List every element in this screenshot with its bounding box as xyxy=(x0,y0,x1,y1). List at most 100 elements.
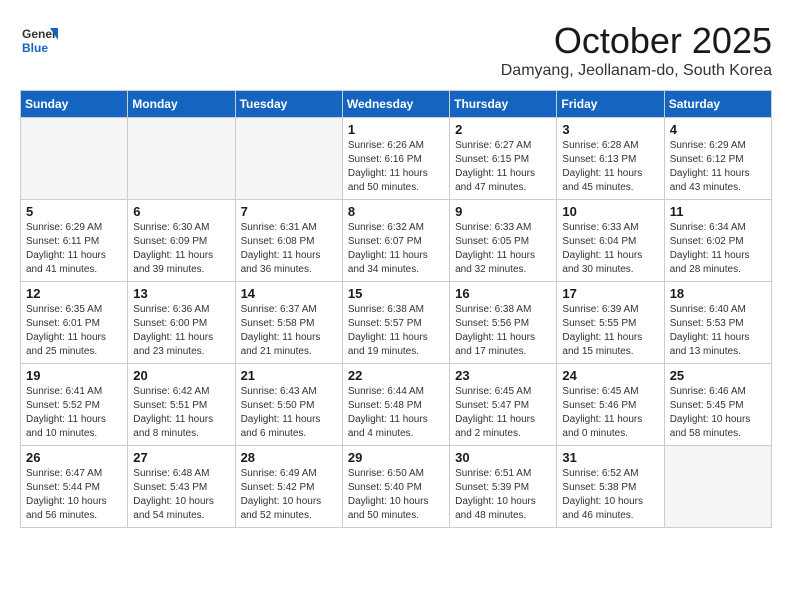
calendar-cell: 27 Sunrise: 6:48 AM Sunset: 5:43 PM Dayli… xyxy=(128,446,235,528)
day-header-sunday: Sunday xyxy=(21,91,128,118)
day-number: 9 xyxy=(455,204,551,219)
day-number: 29 xyxy=(348,450,444,465)
day-info: Sunrise: 6:42 AM Sunset: 5:51 PM Dayligh… xyxy=(133,385,229,441)
day-number: 23 xyxy=(455,368,551,383)
week-row-3: 12Sunrise: 6:35 AM Sunset: 6:01 PM Dayli… xyxy=(21,282,772,364)
svg-text:Blue: Blue xyxy=(22,41,48,55)
day-number: 28 xyxy=(241,450,337,465)
calendar-cell: 15 Sunrise: 6:38 AM Sunset: 5:57 PM Dayli… xyxy=(342,282,449,364)
page-header: General Blue October 2025 Damyang, Jeoll… xyxy=(20,20,772,80)
days-header-row: SundayMondayTuesdayWednesdayThursdayFrid… xyxy=(21,91,772,118)
calendar-cell: 31 Sunrise: 6:52 AM Sunset: 5:38 PM Dayli… xyxy=(557,446,664,528)
day-number: 6 xyxy=(133,204,229,219)
day-info: Sunrise: 6:38 AM Sunset: 5:56 PM Dayligh… xyxy=(455,303,551,359)
calendar-cell: 11 Sunrise: 6:34 AM Sunset: 6:02 PM Dayli… xyxy=(664,200,771,282)
calendar-cell: 4 Sunrise: 6:29 AM Sunset: 6:12 PM Daylig… xyxy=(664,118,771,200)
calendar-cell: 2Sunrise: 6:27 AM Sunset: 6:15 PM Daylig… xyxy=(450,118,557,200)
day-number: 31 xyxy=(562,450,658,465)
day-info: Sunrise: 6:45 AM Sunset: 5:46 PM Dayligh… xyxy=(562,385,658,441)
day-info: Sunrise: 6:50 AM Sunset: 5:40 PM Dayligh… xyxy=(348,467,444,523)
week-row-5: 26 Sunrise: 6:47 AM Sunset: 5:44 PM Dayli… xyxy=(21,446,772,528)
day-number: 14 xyxy=(241,286,337,301)
calendar-cell: 13 Sunrise: 6:36 AM Sunset: 6:00 PM Dayli… xyxy=(128,282,235,364)
week-row-1: 1Sunrise: 6:26 AM Sunset: 6:16 PM Daylig… xyxy=(21,118,772,200)
day-number: 16 xyxy=(455,286,551,301)
day-info: Sunrise: 6:30 AM Sunset: 6:09 PM Dayligh… xyxy=(133,221,229,277)
day-header-wednesday: Wednesday xyxy=(342,91,449,118)
day-number: 10 xyxy=(562,204,658,219)
day-number: 3 xyxy=(562,122,658,137)
calendar-cell: 29 Sunrise: 6:50 AM Sunset: 5:40 PM Dayli… xyxy=(342,446,449,528)
calendar-cell: 30Sunrise: 6:51 AM Sunset: 5:39 PM Dayli… xyxy=(450,446,557,528)
calendar-cell: 24 Sunrise: 6:45 AM Sunset: 5:46 PM Dayli… xyxy=(557,364,664,446)
day-info: Sunrise: 6:29 AM Sunset: 6:12 PM Dayligh… xyxy=(670,139,766,195)
day-header-saturday: Saturday xyxy=(664,91,771,118)
day-info: Sunrise: 6:52 AM Sunset: 5:38 PM Dayligh… xyxy=(562,467,658,523)
day-number: 24 xyxy=(562,368,658,383)
day-number: 19 xyxy=(26,368,122,383)
day-info: Sunrise: 6:44 AM Sunset: 5:48 PM Dayligh… xyxy=(348,385,444,441)
calendar-cell: 1Sunrise: 6:26 AM Sunset: 6:16 PM Daylig… xyxy=(342,118,449,200)
logo: General Blue xyxy=(20,20,58,58)
day-number: 20 xyxy=(133,368,229,383)
day-info: Sunrise: 6:27 AM Sunset: 6:15 PM Dayligh… xyxy=(455,139,551,195)
calendar-cell: 21Sunrise: 6:43 AM Sunset: 5:50 PM Dayli… xyxy=(235,364,342,446)
day-number: 25 xyxy=(670,368,766,383)
day-info: Sunrise: 6:29 AM Sunset: 6:11 PM Dayligh… xyxy=(26,221,122,277)
calendar-cell: 9 Sunrise: 6:33 AM Sunset: 6:05 PM Daylig… xyxy=(450,200,557,282)
day-info: Sunrise: 6:33 AM Sunset: 6:05 PM Dayligh… xyxy=(455,221,551,277)
calendar-cell xyxy=(235,118,342,200)
day-info: Sunrise: 6:46 AM Sunset: 5:45 PM Dayligh… xyxy=(670,385,766,441)
day-number: 13 xyxy=(133,286,229,301)
day-info: Sunrise: 6:34 AM Sunset: 6:02 PM Dayligh… xyxy=(670,221,766,277)
day-number: 1 xyxy=(348,122,444,137)
day-info: Sunrise: 6:36 AM Sunset: 6:00 PM Dayligh… xyxy=(133,303,229,359)
day-number: 7 xyxy=(241,204,337,219)
logo-icon: General Blue xyxy=(20,20,58,58)
day-number: 17 xyxy=(562,286,658,301)
calendar-cell xyxy=(21,118,128,200)
day-number: 8 xyxy=(348,204,444,219)
day-header-monday: Monday xyxy=(128,91,235,118)
calendar-cell: 8 Sunrise: 6:32 AM Sunset: 6:07 PM Daylig… xyxy=(342,200,449,282)
day-number: 11 xyxy=(670,204,766,219)
day-number: 5 xyxy=(26,204,122,219)
day-info: Sunrise: 6:39 AM Sunset: 5:55 PM Dayligh… xyxy=(562,303,658,359)
calendar-cell: 19Sunrise: 6:41 AM Sunset: 5:52 PM Dayli… xyxy=(21,364,128,446)
calendar-cell xyxy=(664,446,771,528)
week-row-2: 5 Sunrise: 6:29 AM Sunset: 6:11 PM Daylig… xyxy=(21,200,772,282)
day-number: 30 xyxy=(455,450,551,465)
title-block: October 2025 Damyang, Jeollanam-do, Sout… xyxy=(501,20,772,80)
calendar-cell: 18 Sunrise: 6:40 AM Sunset: 5:53 PM Dayli… xyxy=(664,282,771,364)
day-info: Sunrise: 6:47 AM Sunset: 5:44 PM Dayligh… xyxy=(26,467,122,523)
day-info: Sunrise: 6:43 AM Sunset: 5:50 PM Dayligh… xyxy=(241,385,337,441)
day-info: Sunrise: 6:38 AM Sunset: 5:57 PM Dayligh… xyxy=(348,303,444,359)
calendar-cell: 26 Sunrise: 6:47 AM Sunset: 5:44 PM Dayli… xyxy=(21,446,128,528)
day-info: Sunrise: 6:33 AM Sunset: 6:04 PM Dayligh… xyxy=(562,221,658,277)
day-number: 26 xyxy=(26,450,122,465)
day-info: Sunrise: 6:32 AM Sunset: 6:07 PM Dayligh… xyxy=(348,221,444,277)
calendar-cell: 28 Sunrise: 6:49 AM Sunset: 5:42 PM Dayli… xyxy=(235,446,342,528)
day-number: 22 xyxy=(348,368,444,383)
calendar-cell: 22 Sunrise: 6:44 AM Sunset: 5:48 PM Dayli… xyxy=(342,364,449,446)
calendar-cell: 3Sunrise: 6:28 AM Sunset: 6:13 PM Daylig… xyxy=(557,118,664,200)
day-info: Sunrise: 6:37 AM Sunset: 5:58 PM Dayligh… xyxy=(241,303,337,359)
day-info: Sunrise: 6:35 AM Sunset: 6:01 PM Dayligh… xyxy=(26,303,122,359)
day-number: 4 xyxy=(670,122,766,137)
day-header-thursday: Thursday xyxy=(450,91,557,118)
calendar-cell: 14 Sunrise: 6:37 AM Sunset: 5:58 PM Dayli… xyxy=(235,282,342,364)
calendar-cell: 6 Sunrise: 6:30 AM Sunset: 6:09 PM Daylig… xyxy=(128,200,235,282)
calendar-table: SundayMondayTuesdayWednesdayThursdayFrid… xyxy=(20,90,772,528)
calendar-cell: 5 Sunrise: 6:29 AM Sunset: 6:11 PM Daylig… xyxy=(21,200,128,282)
day-info: Sunrise: 6:49 AM Sunset: 5:42 PM Dayligh… xyxy=(241,467,337,523)
day-info: Sunrise: 6:40 AM Sunset: 5:53 PM Dayligh… xyxy=(670,303,766,359)
month-title: October 2025 xyxy=(501,20,772,62)
day-number: 15 xyxy=(348,286,444,301)
calendar-cell: 12Sunrise: 6:35 AM Sunset: 6:01 PM Dayli… xyxy=(21,282,128,364)
day-info: Sunrise: 6:48 AM Sunset: 5:43 PM Dayligh… xyxy=(133,467,229,523)
calendar-cell: 25 Sunrise: 6:46 AM Sunset: 5:45 PM Dayli… xyxy=(664,364,771,446)
calendar-cell: 20 Sunrise: 6:42 AM Sunset: 5:51 PM Dayli… xyxy=(128,364,235,446)
day-number: 18 xyxy=(670,286,766,301)
day-number: 27 xyxy=(133,450,229,465)
calendar-cell: 16 Sunrise: 6:38 AM Sunset: 5:56 PM Dayli… xyxy=(450,282,557,364)
